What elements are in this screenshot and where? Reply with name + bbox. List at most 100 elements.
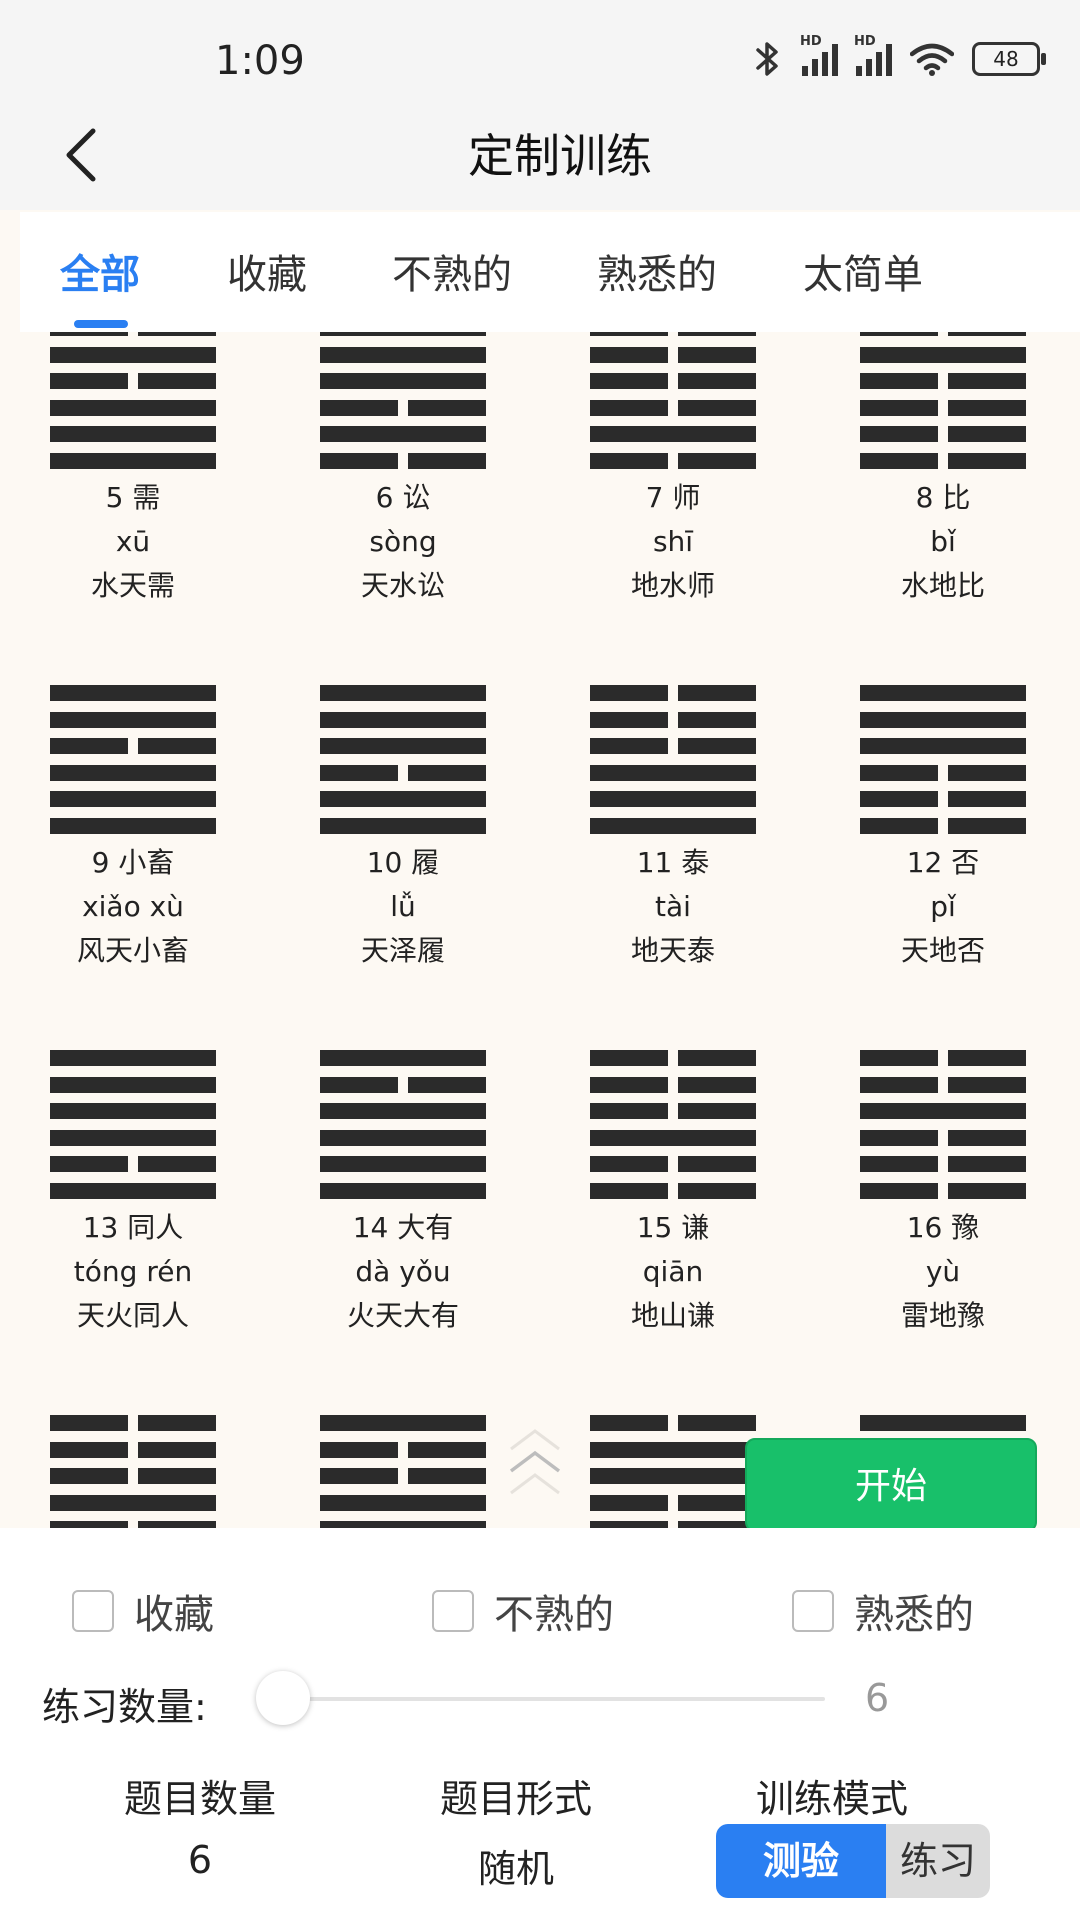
checkbox-box[interactable] [432, 1590, 474, 1632]
yin-line [590, 1050, 756, 1066]
hexagram-card[interactable]: 14 大有 dà yǒu 火天大有 [318, 1050, 488, 1338]
yang-line [50, 791, 216, 807]
hexagram-name: 天水讼 [360, 569, 445, 602]
mode-practice-option[interactable]: 练习 [886, 1824, 990, 1898]
hexagram-card[interactable]: 8 比 bǐ 水地比 [858, 332, 1028, 608]
yin-line [860, 817, 1026, 834]
yang-line [320, 791, 486, 807]
yin-line [50, 1468, 216, 1484]
yang-line [320, 426, 486, 442]
practice-count-slider-track[interactable] [285, 1697, 825, 1701]
mode-quiz-option[interactable]: 测验 [716, 1824, 886, 1898]
hexagram-card[interactable]: 10 履 lǚ 天泽履 [318, 685, 488, 973]
yang-line [590, 426, 756, 442]
yin-line [50, 1441, 216, 1458]
yang-line [320, 738, 486, 754]
tab-too-easy[interactable]: 太简单 [803, 242, 923, 300]
hexagram-card[interactable]: 12 否 pǐ 天地否 [858, 685, 1028, 973]
yang-line [50, 1103, 216, 1119]
hexagram-card[interactable]: 7 师 shī 地水师 [588, 332, 758, 608]
hexagram-symbol [860, 1050, 1026, 1200]
hexagram-card[interactable]: 6 讼 sòng 天水讼 [318, 332, 488, 608]
yin-line [590, 1182, 756, 1199]
hexagram-symbol [320, 332, 486, 470]
hexagram-card[interactable] [318, 1415, 488, 1528]
yang-line [590, 764, 756, 781]
practice-count-label: 练习数量: [42, 1685, 207, 1729]
hexagram-symbol [590, 685, 756, 835]
question-format-value[interactable]: 随机 [366, 1838, 666, 1893]
start-button[interactable]: 开始 [745, 1438, 1037, 1532]
yang-line [50, 452, 216, 469]
hexagram-pinyin: qiān [642, 1255, 704, 1288]
yin-line [320, 399, 486, 416]
hexagram-name: 火天大有 [346, 1299, 459, 1332]
question-count-value: 6 [187, 1838, 213, 1882]
checkbox-label: 熟悉的 [854, 1592, 974, 1638]
hexagram-card[interactable]: 9 小畜 xiǎo xù 风天小畜 [48, 685, 218, 973]
hexagram-title: 16 豫 [906, 1211, 980, 1244]
yin-line [860, 764, 1026, 781]
hexagram-symbol [50, 1050, 216, 1200]
bluetooth-icon [756, 42, 778, 76]
hexagram-name: 地天泰 [630, 934, 715, 967]
hd-badge: HD [800, 34, 822, 49]
yang-line [320, 1494, 486, 1511]
hexagram-card[interactable] [48, 1415, 218, 1528]
hexagram-card[interactable]: 16 豫 yù 雷地豫 [858, 1050, 1028, 1338]
yang-line [50, 1050, 216, 1066]
hexagram-card[interactable]: 5 需 xū 水天需 [48, 332, 218, 608]
yin-line [590, 1415, 756, 1431]
tab-unfamiliar[interactable]: 不熟的 [392, 242, 512, 300]
yin-line [860, 452, 1026, 469]
checkbox-box[interactable] [72, 1590, 114, 1632]
status-icons: HD HD 48 [754, 34, 1046, 78]
yin-line [860, 1129, 1026, 1146]
yang-line [860, 711, 1026, 728]
hexagram-card[interactable]: 13 同人 tóng rén 天火同人 [48, 1050, 218, 1338]
status-time: 1:09 [215, 38, 305, 84]
tab-all[interactable]: 全部 [60, 242, 140, 300]
filter-familiar-checkbox[interactable]: 熟悉的 [792, 1582, 974, 1640]
hexagram-card[interactable]: 11 泰 tài 地天泰 [588, 685, 758, 973]
yin-line [590, 711, 756, 728]
hexagram-title: 13 同人 [82, 1211, 184, 1244]
yang-line [590, 1468, 756, 1484]
yang-line [320, 1182, 486, 1199]
tab-familiar[interactable]: 熟悉的 [597, 242, 717, 300]
double-chevron-up-icon[interactable] [505, 1425, 565, 1515]
practice-count-slider-thumb[interactable] [256, 1671, 310, 1725]
yin-line [860, 1076, 1026, 1093]
tab-indicator [74, 320, 128, 328]
checkbox-box[interactable] [792, 1590, 834, 1632]
yin-line [590, 452, 756, 469]
checkbox-label: 收藏 [134, 1592, 214, 1638]
training-mode-toggle[interactable]: 测验 练习 [716, 1824, 990, 1898]
yin-line [50, 373, 216, 389]
tab-favorites[interactable]: 收藏 [227, 242, 307, 300]
hexagram-card[interactable] [588, 1415, 758, 1528]
yin-line [50, 1156, 216, 1172]
yang-line [320, 332, 486, 336]
hexagram-card[interactable]: 15 谦 qiān 地山谦 [588, 1050, 758, 1338]
yang-line [50, 817, 216, 834]
hexagram-pinyin: shī [652, 525, 694, 558]
yang-line [320, 685, 486, 701]
hexagram-title: 6 讼 [375, 481, 431, 514]
yin-line [50, 738, 216, 754]
filter-favorite-checkbox[interactable]: 收藏 [72, 1582, 214, 1640]
yin-line [590, 1076, 756, 1093]
hexagram-pinyin: dà yǒu [355, 1255, 451, 1288]
yang-line [320, 1103, 486, 1119]
hexagram-symbol [590, 1415, 756, 1528]
yin-line [860, 399, 1026, 416]
yin-line [320, 452, 486, 469]
hexagram-title: 14 大有 [352, 1211, 454, 1244]
hexagram-pinyin: tài [655, 890, 691, 923]
hd-badge-2: HD [854, 34, 876, 49]
hexagram-pinyin: xū [115, 525, 151, 558]
yin-line [320, 764, 486, 781]
filter-unfamiliar-checkbox[interactable]: 不熟的 [432, 1582, 614, 1640]
yang-line [590, 791, 756, 807]
yang-line [320, 373, 486, 389]
